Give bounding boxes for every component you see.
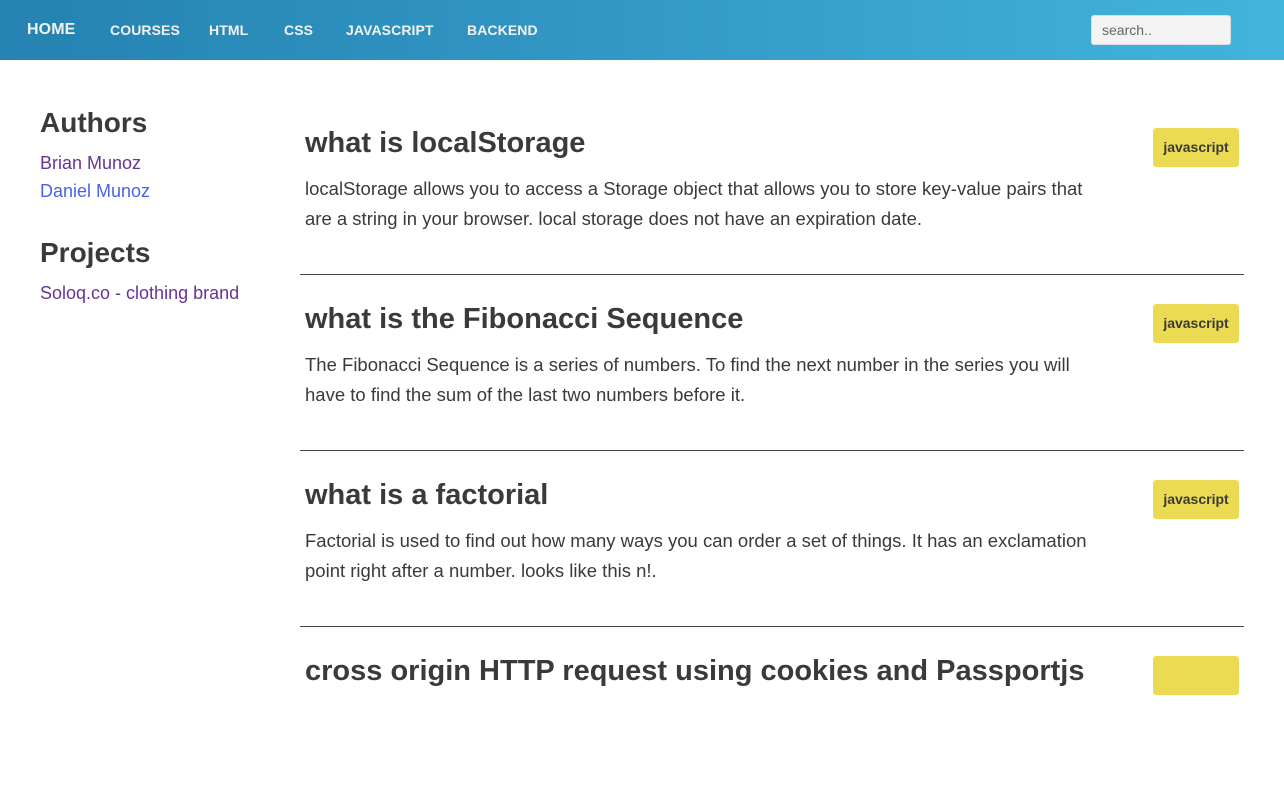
nav-home[interactable]: HOME xyxy=(27,0,75,60)
sidebar: Authors Brian Munoz Daniel Munoz Project… xyxy=(40,105,280,307)
projects-heading: Projects xyxy=(40,237,151,268)
author-link[interactable]: Daniel Munoz xyxy=(40,177,280,205)
authors-heading: Authors xyxy=(40,107,148,138)
project-link[interactable]: Soloq.co - clothing brand xyxy=(40,279,280,307)
search-input[interactable] xyxy=(1091,15,1231,45)
nav-courses[interactable]: COURSES xyxy=(110,0,180,60)
post-body: Factorial is used to find out how many w… xyxy=(305,530,1087,581)
post-title[interactable]: what is the Fibonacci Sequence xyxy=(305,302,743,336)
top-nav: HOME COURSES HTML CSS JAVASCRIPT BACKEND xyxy=(0,0,1284,60)
post-item: what is the Fibonacci Sequence The Fibon… xyxy=(300,275,1244,451)
post-body: The Fibonacci Sequence is a series of nu… xyxy=(305,354,1070,405)
post-body: localStorage allows you to access a Stor… xyxy=(305,178,1083,229)
tag-badge[interactable]: javascript xyxy=(1153,480,1239,519)
nav-css[interactable]: CSS xyxy=(284,0,313,60)
tag-badge[interactable]: javascript xyxy=(1153,128,1239,167)
nav-javascript[interactable]: JAVASCRIPT xyxy=(346,0,434,60)
post-title[interactable]: what is localStorage xyxy=(305,126,585,160)
author-link[interactable]: Brian Munoz xyxy=(40,149,280,177)
post-item: what is a factorial Factorial is used to… xyxy=(300,451,1244,627)
post-title[interactable]: cross origin HTTP request using cookies … xyxy=(305,654,1084,688)
post-title[interactable]: what is a factorial xyxy=(305,478,548,512)
tag-badge[interactable] xyxy=(1153,656,1239,695)
post-list: what is localStorage localStorage allows… xyxy=(300,99,1244,803)
nav-html[interactable]: HTML xyxy=(209,0,248,60)
post-item: cross origin HTTP request using cookies … xyxy=(300,627,1244,803)
nav-backend[interactable]: BACKEND xyxy=(467,0,538,60)
tag-badge[interactable]: javascript xyxy=(1153,304,1239,343)
post-item: what is localStorage localStorage allows… xyxy=(300,99,1244,275)
